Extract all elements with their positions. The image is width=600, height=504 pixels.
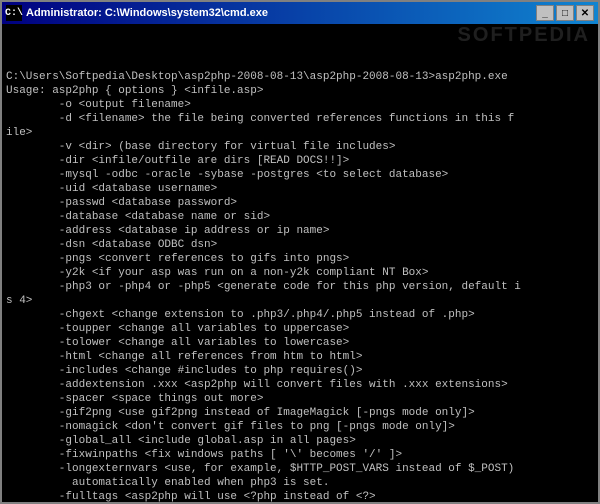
title-bar: C:\ Administrator: C:\Windows\system32\c… [2, 2, 598, 24]
cmd-window: C:\ Administrator: C:\Windows\system32\c… [0, 0, 600, 504]
close-button[interactable]: ✕ [576, 5, 594, 21]
window-title: Administrator: C:\Windows\system32\cmd.e… [26, 7, 268, 19]
maximize-button[interactable]: □ [556, 5, 574, 21]
window-icon: C:\ [6, 5, 22, 21]
watermark: SOFTPEDIA [458, 28, 590, 42]
title-bar-left: C:\ Administrator: C:\Windows\system32\c… [6, 5, 268, 21]
title-controls: _ □ ✕ [536, 5, 594, 21]
terminal-content: C:\Users\Softpedia\Desktop\asp2php-2008-… [6, 70, 594, 502]
minimize-button[interactable]: _ [536, 5, 554, 21]
terminal-area[interactable]: SOFTPEDIA C:\Users\Softpedia\Desktop\asp… [2, 24, 598, 502]
